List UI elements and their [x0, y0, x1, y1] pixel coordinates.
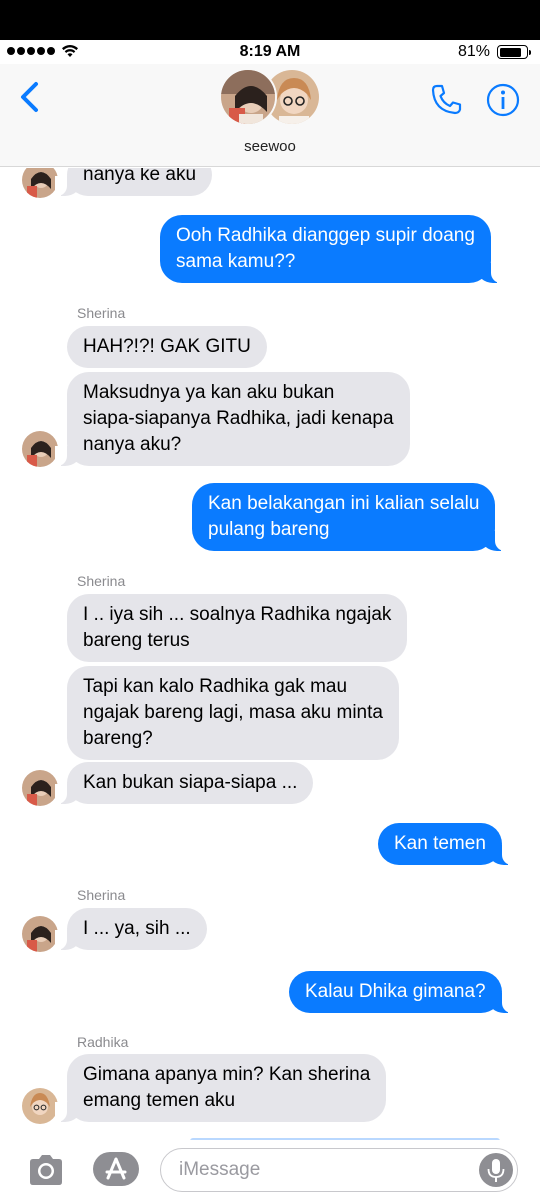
message-text: I .. iya sih ... soalnya Radhika ngajak b…	[83, 604, 392, 651]
avatar	[22, 916, 58, 952]
avatar	[219, 68, 277, 126]
message-text: Kan bukan siapa-siapa ...	[83, 772, 298, 793]
top-black-band	[0, 0, 540, 40]
message-text: Tapi kan kalo Radhika gak mau ngajak bare…	[83, 676, 383, 749]
outgoing-message[interactable]: Kan belakangan ini kalian selalu pulang b…	[192, 483, 508, 551]
incoming-message[interactable]: nanya ke aku	[54, 168, 213, 196]
sender-name: Sherina	[77, 887, 126, 903]
phone-icon[interactable]	[428, 82, 464, 118]
microphone-button[interactable]	[479, 1153, 513, 1187]
incoming-message[interactable]: I ... ya, sih ...	[55, 908, 207, 950]
message-text: nanya ke aku	[83, 168, 197, 185]
message-text: Kalau Dhika gimana?	[305, 981, 486, 1002]
message-text: HAH?!?! GAK GITU	[83, 336, 251, 357]
conversation-header: seewoo	[0, 64, 540, 167]
incoming-message[interactable]: Maksudnya ya kan aku bukan siapa-siapanya…	[55, 372, 410, 466]
info-icon[interactable]	[485, 82, 521, 118]
sender-name: Sherina	[77, 305, 126, 321]
app-store-button[interactable]	[93, 1152, 139, 1186]
avatar	[22, 770, 58, 806]
incoming-message[interactable]: Gimana apanya min? Kan sherina emang teme…	[54, 1054, 387, 1122]
outgoing-message[interactable]: Ooh Radhika dianggep supir doang sama kam…	[160, 215, 503, 283]
avatar	[22, 431, 58, 467]
microphone-icon	[487, 1159, 505, 1182]
message-thread[interactable]: nanya ke aku Ooh Radhika dianggep supir …	[0, 168, 540, 1140]
message-input[interactable]	[179, 1157, 469, 1183]
sender-name: Radhika	[77, 1034, 129, 1050]
incoming-message[interactable]: HAH?!?! GAK GITU	[67, 326, 267, 368]
avatar	[22, 1088, 58, 1124]
compose-bar	[0, 1140, 540, 1200]
incoming-message[interactable]: I .. iya sih ... soalnya Radhika ngajak b…	[67, 594, 408, 662]
incoming-message[interactable]: Kan bukan siapa-siapa ...	[54, 762, 314, 804]
message-text: Kan belakangan ini kalian selalu pulang b…	[208, 493, 480, 540]
outgoing-message[interactable]: Kan temen	[378, 823, 514, 865]
back-chevron-icon[interactable]	[14, 80, 48, 114]
sender-name: Sherina	[77, 573, 126, 589]
message-text: Maksudnya ya kan aku bukan siapa-siapanya…	[83, 382, 394, 455]
group-avatars[interactable]	[219, 68, 323, 126]
message-input-field[interactable]	[160, 1148, 518, 1192]
camera-icon[interactable]	[26, 1152, 66, 1188]
incoming-message[interactable]: Tapi kan kalo Radhika gak mau ngajak bare…	[67, 666, 399, 760]
app-store-icon	[105, 1157, 127, 1180]
battery-percentage: 81%	[457, 43, 490, 60]
outgoing-message[interactable]: Kalau Dhika gimana?	[289, 971, 514, 1013]
contact-name[interactable]: seewoo	[0, 138, 540, 155]
avatar	[22, 168, 58, 198]
message-text: Kan temen	[394, 833, 486, 854]
message-text: I ... ya, sih ...	[83, 918, 191, 939]
battery-icon	[497, 45, 531, 59]
status-bar: 8:19 AM 81%	[0, 40, 540, 64]
message-text: Gimana apanya min? Kan sherina emang teme…	[83, 1064, 371, 1111]
message-text: Ooh Radhika dianggep supir doang sama kam…	[176, 225, 475, 272]
